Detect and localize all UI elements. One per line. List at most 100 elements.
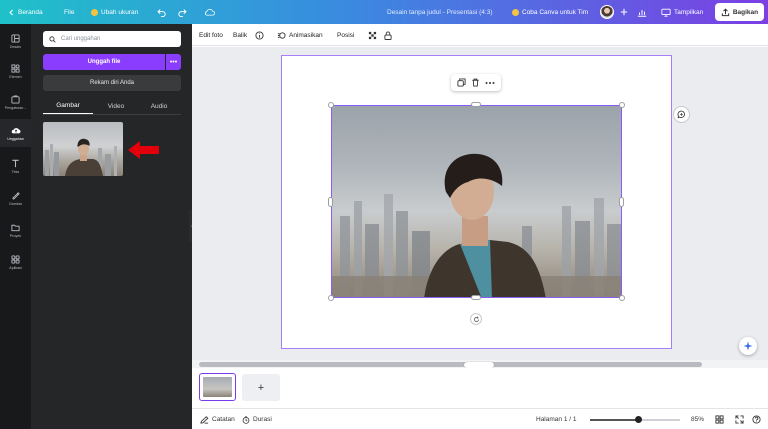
undo-button[interactable] [156,0,166,24]
rail-item-uploads[interactable]: Unggahan [0,119,31,147]
cloud-icon [204,8,215,16]
present-label: Tampilkan [674,8,704,16]
cloud-upload-icon [11,127,20,133]
rail-item-brand[interactable]: Pengaturan... [0,88,31,116]
duration-button[interactable]: Durasi [242,409,272,429]
resize-handle-bottom-right[interactable] [619,295,625,301]
zoom-level-label: 85% [691,416,705,423]
draw-icon [12,191,20,200]
top-bar: Beranda File Ubah ukuran Desain tanpa ju… [0,0,768,24]
notes-button[interactable]: Catatan [200,409,235,429]
shapes-icon [11,63,20,73]
zoom-slider-knob[interactable] [635,416,643,423]
resize-handle-top-left[interactable] [328,102,334,108]
brand-icon [11,94,20,104]
page-thumbnail-1[interactable] [199,373,236,401]
home-button[interactable]: Beranda [8,0,43,24]
zoom-level[interactable]: 85% [691,409,704,429]
info-button[interactable] [255,24,264,46]
rail-item-draw[interactable]: Gambar [0,184,31,212]
fullscreen-button[interactable] [735,409,744,429]
transparency-button[interactable] [368,24,377,46]
more-icon[interactable] [485,81,495,85]
expand-icon [735,415,744,424]
help-button[interactable] [752,409,761,429]
try-canva-teams-button[interactable]: Coba Canva untuk Tim [512,0,588,24]
info-icon [255,30,264,40]
apps-icon [11,254,20,264]
resize-handle-top-right[interactable] [619,102,625,108]
share-label: Bagikan [732,8,759,16]
upload-file-button[interactable]: Unggah file [43,54,165,70]
resize-label: Ubah ukuran [101,8,139,16]
thumbnail-photo [45,138,117,176]
notes-icon [200,415,209,424]
add-comment-button[interactable] [673,106,690,123]
text-icon [12,159,19,167]
bar-chart-icon [637,9,647,17]
page-indicator[interactable]: Halaman 1 / 1 [536,409,576,429]
position-label: Posisi [337,31,355,39]
animate-label: Animasikan [289,31,323,39]
analytics-button[interactable] [637,0,647,24]
share-button[interactable]: Bagikan [715,3,764,21]
rail-item-apps[interactable]: Aplikasi [0,248,31,276]
floating-element-toolbar [451,74,501,91]
magic-assistant-button[interactable] [739,337,757,355]
resize-handle-right[interactable] [619,197,624,207]
comment-icon [677,110,685,119]
resize-handle-bottom-left[interactable] [328,295,334,301]
rail-label: Unggahan [7,136,24,141]
lock-button[interactable] [384,24,392,46]
search-input[interactable]: Cari unggahan [43,31,181,47]
rail-item-design[interactable]: Desain [0,27,31,55]
timer-icon [242,415,250,424]
tab-audio[interactable]: Audio [137,98,181,114]
flip-button[interactable]: Balik [233,24,247,46]
tab-images[interactable]: Gambar [43,98,93,114]
edit-photo-button[interactable]: Edit foto [199,24,223,46]
rail-item-projects[interactable]: Proyek [0,216,31,244]
redo-button[interactable] [178,0,188,24]
rail-label: Aplikasi [9,265,22,270]
transparency-icon [368,31,377,39]
grid-view-button[interactable] [715,409,724,429]
sparkle-icon [743,341,753,351]
share-icon [721,7,729,16]
edit-photo-label: Edit foto [199,31,223,39]
resize-handle-left[interactable] [328,197,333,207]
help-icon [752,415,761,424]
record-yourself-button[interactable]: Rekam diri Anda [43,75,181,91]
animate-button[interactable]: Animasikan [277,24,323,46]
undo-icon [157,8,166,17]
crown-icon [91,8,98,16]
position-button[interactable]: Posisi [337,24,354,46]
resize-handle-top[interactable] [471,102,481,107]
uploads-panel: Cari unggahan Unggah file ••• Rekam diri… [31,24,192,429]
document-title[interactable]: Desain tanpa judul - Presentasi (4:3) [387,0,493,24]
search-icon [49,35,56,43]
present-button[interactable]: Tampilkan [661,0,703,24]
resize-handle-bottom[interactable] [471,295,481,300]
tab-videos[interactable]: Video [93,98,139,114]
scrollbar-thumb[interactable] [199,361,702,367]
resize-button[interactable]: Ubah ukuran [91,0,138,24]
selected-photo[interactable] [331,105,622,298]
upload-more-button[interactable]: ••• [166,54,181,70]
rail-item-text[interactable]: Teks [0,152,31,180]
crown-icon [512,8,519,16]
add-collaborator-button[interactable] [620,0,628,24]
rotate-handle[interactable] [470,313,482,325]
cloud-save-status[interactable] [204,0,215,24]
lock-icon [384,31,392,40]
rail-label: Elemen [9,74,22,79]
add-page-button[interactable]: + [242,374,280,401]
uploaded-image-thumbnail[interactable] [43,122,123,176]
duplicate-icon[interactable] [457,78,466,87]
file-menu[interactable]: File [64,0,74,24]
document-title-label: Desain tanpa judul - Presentasi (4:3) [387,8,493,16]
rail-item-elements[interactable]: Elemen [0,57,31,85]
zoom-slider[interactable] [590,416,680,423]
user-avatar[interactable] [600,0,614,24]
trash-icon[interactable] [471,78,480,87]
